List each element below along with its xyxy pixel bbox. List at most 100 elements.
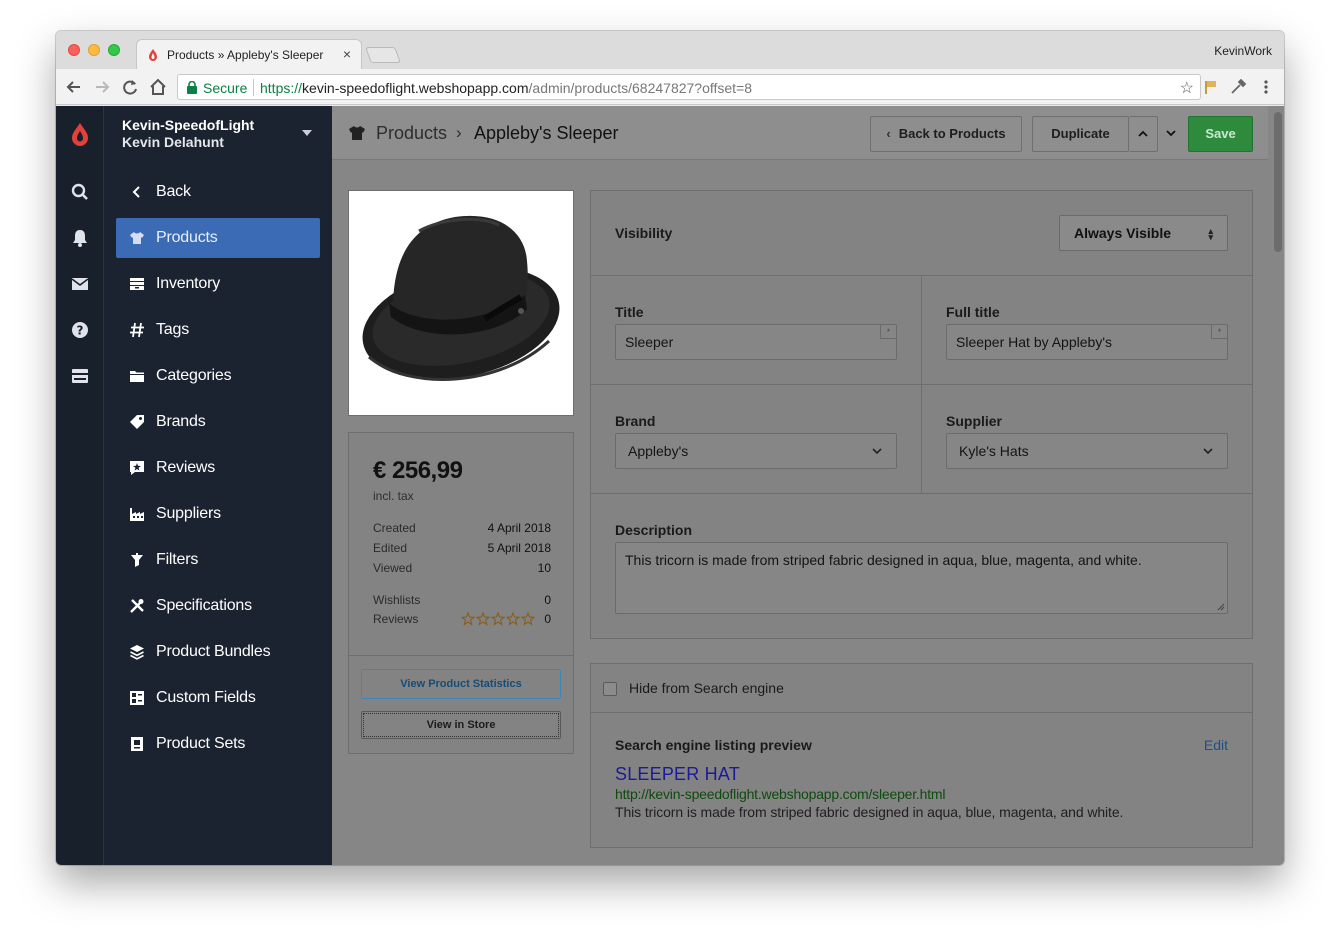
product-image-card[interactable] xyxy=(348,190,574,416)
inventory-icon xyxy=(130,278,144,290)
resize-grip-icon[interactable] xyxy=(1217,603,1225,611)
browser-menu-icon[interactable] xyxy=(1257,78,1275,96)
stat-edited: Edited 5 April 2018 xyxy=(373,541,551,557)
sidebar-item-tags[interactable]: Tags xyxy=(116,310,320,350)
chevron-left-icon: ‹ xyxy=(886,126,891,141)
full-title-input[interactable]: Sleeper Hat by Appleby's * xyxy=(946,324,1228,360)
new-tab-button[interactable] xyxy=(365,47,401,63)
main-content: Products › Appleby's Sleeper ‹ Back to Pr… xyxy=(332,106,1284,865)
view-product-statistics-button[interactable]: View Product Statistics xyxy=(361,669,561,699)
previous-product-button[interactable] xyxy=(1129,116,1158,152)
svg-text:?: ? xyxy=(77,324,84,338)
brand-select[interactable]: Appleby's xyxy=(615,433,897,469)
stat-value: 0 xyxy=(544,593,551,607)
sidebar-item-suppliers[interactable]: Suppliers xyxy=(116,494,320,534)
sidebar-item-inventory[interactable]: Inventory xyxy=(116,264,320,304)
tools-icon xyxy=(130,599,144,613)
sidebar-item-brands[interactable]: Brands xyxy=(116,402,320,442)
bell-icon[interactable] xyxy=(70,228,90,248)
sidebar-item-categories[interactable]: Categories xyxy=(116,356,320,396)
extension-eyedropper-icon[interactable] xyxy=(1229,78,1247,96)
bookmark-star-icon[interactable]: ☆ xyxy=(1180,78,1194,98)
visibility-label: Visibility xyxy=(615,225,673,241)
stat-label: Reviews xyxy=(373,612,419,626)
lightspeed-logo-icon[interactable] xyxy=(68,122,92,148)
mail-icon[interactable] xyxy=(70,274,90,294)
seo-preview-title: SLEEPER HAT xyxy=(615,764,740,784)
sidebar-item-label: Filters xyxy=(156,551,199,568)
extension-flag-icon[interactable] xyxy=(1202,78,1220,96)
view-in-store-button[interactable]: View in Store xyxy=(361,711,561,739)
title-input[interactable]: Sleeper * xyxy=(615,324,897,360)
sidebar-item-label: Custom Fields xyxy=(156,689,256,706)
description-label: Description xyxy=(615,522,693,538)
shop-user: Kevin Delahunt xyxy=(122,134,224,150)
chevron-down-icon xyxy=(1203,448,1213,455)
back-arrow-icon[interactable] xyxy=(64,77,84,97)
divider xyxy=(349,655,573,656)
scrollbar-thumb[interactable] xyxy=(1274,112,1282,252)
description-textarea[interactable]: This tricorn is made from striped fabric… xyxy=(615,542,1228,614)
url-text[interactable]: https://kevin-speedoflight.webshopapp.co… xyxy=(260,80,752,96)
search-icon[interactable] xyxy=(70,182,90,202)
browser-tab[interactable]: Products » Appleby's Sleeper × xyxy=(136,39,362,69)
zoom-window-button[interactable] xyxy=(108,44,120,56)
visibility-select[interactable]: Always Visible ▴ ▾ xyxy=(1059,215,1228,251)
tab-close-icon[interactable]: × xyxy=(343,46,351,62)
tab-strip: Products » Appleby's Sleeper × KevinWork xyxy=(56,31,1284,69)
title-value: Sleeper xyxy=(625,334,674,350)
required-asterisk-icon: * xyxy=(880,325,896,339)
sidebar-item-back[interactable]: Back xyxy=(116,172,320,212)
shop-switcher[interactable]: Kevin-SpeedofLight Kevin Delahunt xyxy=(104,106,332,160)
stat-label: Wishlists xyxy=(373,593,421,607)
forward-arrow-icon[interactable] xyxy=(92,77,112,97)
stat-created: Created 4 April 2018 xyxy=(373,521,551,537)
sidebar-item-product-sets[interactable]: Product Sets xyxy=(116,724,320,764)
billing-icon[interactable] xyxy=(70,366,90,386)
product-price: € 256,99 xyxy=(373,457,463,484)
sidebar-item-custom-fields[interactable]: Custom Fields xyxy=(116,678,320,718)
profile-name[interactable]: KevinWork xyxy=(1214,44,1272,58)
minimize-window-button[interactable] xyxy=(88,44,100,56)
chevron-down-icon xyxy=(872,448,882,455)
sidebar-item-product-bundles[interactable]: Product Bundles xyxy=(116,632,320,672)
sidebar-item-reviews[interactable]: Reviews xyxy=(116,448,320,488)
chevron-up-icon xyxy=(1138,130,1148,137)
help-icon[interactable]: ? xyxy=(70,320,90,340)
tab-title: Products » Appleby's Sleeper xyxy=(167,48,324,62)
chevron-left-icon xyxy=(132,186,140,198)
sidebar-item-specifications[interactable]: Specifications xyxy=(116,586,320,626)
seo-preview-heading: Search engine listing preview xyxy=(615,737,812,753)
home-icon[interactable] xyxy=(148,77,168,97)
sidebar-item-label: Back xyxy=(156,183,191,200)
sidebar-item-filters[interactable]: Filters xyxy=(116,540,320,580)
icon-rail: ? xyxy=(56,106,104,865)
duplicate-button[interactable]: Duplicate xyxy=(1032,116,1129,152)
back-to-products-button[interactable]: ‹ Back to Products xyxy=(870,116,1022,152)
divider xyxy=(591,493,1252,494)
supplier-select[interactable]: Kyle's Hats xyxy=(946,433,1228,469)
hide-from-search-label[interactable]: Hide from Search engine xyxy=(629,680,784,696)
seo-preview-url: http://kevin-speedoflight.webshopapp.com… xyxy=(615,786,946,802)
filter-icon xyxy=(131,553,143,567)
chevron-down-icon xyxy=(1166,130,1176,137)
divider xyxy=(591,712,1252,713)
sidebar-item-label: Tags xyxy=(156,321,189,338)
sidebar-item-label: Brands xyxy=(156,413,206,430)
supplier-label: Supplier xyxy=(946,413,1003,429)
sidebar-item-label: Reviews xyxy=(156,459,216,476)
sidebar-item-products[interactable]: Products xyxy=(116,218,320,258)
close-window-button[interactable] xyxy=(68,44,80,56)
breadcrumb-products[interactable]: Products xyxy=(376,123,447,144)
divider xyxy=(921,385,922,493)
stat-label: Viewed xyxy=(373,561,413,575)
tag-icon xyxy=(130,415,144,429)
address-bar[interactable]: Secure https://kevin-speedoflight.websho… xyxy=(177,74,1201,100)
next-product-button[interactable] xyxy=(1159,116,1183,152)
save-button[interactable]: Save xyxy=(1188,116,1253,152)
sidebar-item-label: Products xyxy=(156,229,218,246)
hide-from-search-checkbox[interactable] xyxy=(603,682,617,696)
seo-edit-link[interactable]: Edit xyxy=(1204,737,1228,753)
lock-icon xyxy=(187,81,197,94)
reload-icon[interactable] xyxy=(120,77,140,97)
